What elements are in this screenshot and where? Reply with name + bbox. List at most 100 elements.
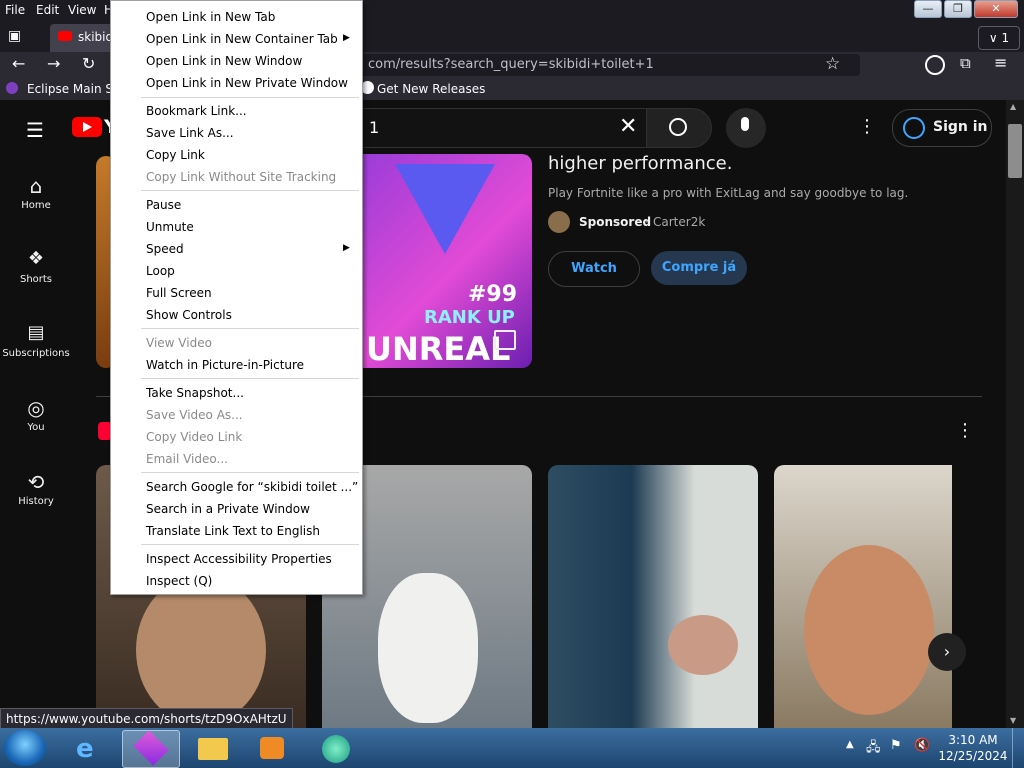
menu-item-copy-link-no-tracking: Copy Link Without Site Tracking — [146, 170, 337, 184]
advertiser-avatar — [548, 211, 570, 233]
watch-button[interactable]: Watch — [548, 251, 640, 287]
taskbar-firefox[interactable] — [122, 730, 180, 768]
sidebar-item-home[interactable]: ⌂ Home — [0, 174, 72, 211]
menu-item-open-container-tab[interactable]: Open Link in New Container Tab — [146, 29, 338, 49]
clear-search-icon[interactable]: ✕ — [619, 114, 637, 139]
action-center-flag-icon[interactable]: ⚑ — [890, 738, 902, 753]
shorts-more-options-icon[interactable]: ⋮ — [956, 420, 974, 441]
network-icon[interactable]: 🖧 — [866, 738, 881, 760]
menu-separator — [141, 544, 359, 545]
short-2-toilet — [378, 573, 478, 723]
short-thumbnail-4[interactable] — [774, 465, 952, 728]
menu-item-speed[interactable]: Speed — [146, 239, 184, 259]
menu-separator — [141, 190, 359, 191]
menu-separator — [141, 328, 359, 329]
back-arrow-icon[interactable]: ← — [12, 54, 25, 73]
firefox-view-icon[interactable]: ▣ — [8, 28, 32, 48]
shorts-next-button[interactable]: › — [928, 633, 966, 671]
folder-icon — [198, 738, 228, 760]
taskbar-media-player[interactable] — [244, 730, 300, 766]
menu-item-translate-link-text[interactable]: Translate Link Text to English — [146, 521, 320, 541]
taskbar-app[interactable] — [306, 730, 362, 766]
short-thumbnail-3[interactable] — [548, 465, 758, 728]
menu-item-unmute[interactable]: Unmute — [146, 217, 194, 237]
voice-search-button[interactable] — [726, 108, 766, 148]
menu-item-inspect[interactable]: Inspect (Q) — [146, 571, 212, 591]
internet-explorer-icon: e — [76, 734, 94, 764]
menu-item-inspect-accessibility[interactable]: Inspect Accessibility Properties — [146, 549, 332, 569]
hamburger-menu-icon[interactable]: ☰ — [26, 118, 44, 142]
page-scrollbar[interactable] — [1006, 100, 1024, 728]
search-button[interactable] — [646, 108, 712, 148]
external-link-icon[interactable] — [494, 330, 516, 350]
ad-thumb-line1: RANK UP — [424, 307, 515, 328]
menu-item-search-google[interactable]: Search Google for “skibidi toilet ...” — [146, 477, 358, 497]
scroll-down-arrow-icon[interactable]: ▼ — [1010, 716, 1016, 725]
short-3-face — [668, 615, 738, 675]
menu-item-search-private-window[interactable]: Search in a Private Window — [146, 499, 310, 519]
menu-item-copy-link[interactable]: Copy Link — [146, 145, 205, 165]
menu-edit[interactable]: Edit — [36, 3, 59, 17]
history-icon: ⟲ — [27, 470, 45, 494]
ad-thumbnail[interactable]: #99 RANK UP UNREAL — [360, 154, 532, 368]
bookmark-star-icon[interactable]: ☆ — [825, 54, 840, 74]
bookmark-eclipse[interactable]: Eclipse Main Sit — [27, 82, 121, 96]
sidebar-item-shorts[interactable]: ❖ Shorts — [0, 248, 72, 285]
menu-item-open-private-window[interactable]: Open Link in New Private Window — [146, 73, 348, 93]
microphone-icon — [741, 117, 749, 131]
extensions-icon[interactable]: ⧉ — [960, 54, 971, 72]
menu-item-open-new-tab[interactable]: Open Link in New Tab — [146, 7, 275, 27]
ad-thumb-line2: UNREAL — [366, 330, 511, 368]
reload-icon[interactable]: ↻ — [82, 54, 95, 73]
start-button[interactable] — [4, 730, 46, 766]
menu-item-view-video: View Video — [146, 336, 212, 350]
youtube-favicon-icon — [58, 31, 72, 41]
youtube-logo-icon[interactable] — [72, 117, 102, 137]
sidebar-item-you[interactable]: ◎ You — [0, 396, 72, 433]
bookmark-get-new-releases[interactable]: Get New Releases — [377, 82, 485, 96]
menu-item-show-controls[interactable]: Show Controls — [146, 305, 232, 325]
app-menu-icon[interactable]: ≡ — [994, 53, 1007, 72]
taskbar-internet-explorer[interactable]: e — [62, 730, 118, 766]
short-4-face — [804, 545, 934, 715]
sidebar-item-label: Shorts — [19, 274, 53, 285]
ad-description: Play Fortnite like a pro with ExitLag an… — [548, 186, 909, 200]
system-clock[interactable]: 3:10 AM 12/25/2024 — [936, 732, 1010, 764]
sidebar-item-subscriptions[interactable]: ▤ Subscriptions — [0, 322, 72, 359]
advertiser-name: Carter2k — [653, 215, 706, 229]
volume-muted-icon[interactable]: 🔇 — [914, 738, 930, 753]
account-icon[interactable] — [925, 55, 945, 75]
list-all-tabs-button[interactable]: ∨ 1 — [978, 26, 1020, 50]
sidebar-item-history[interactable]: ⟲ History — [0, 470, 72, 507]
minimize-button[interactable]: — — [914, 0, 942, 18]
url-bar[interactable]: com/results?search_query=skibidi+toilet+… — [360, 54, 860, 76]
search-icon — [669, 118, 687, 136]
close-button[interactable]: ✕ — [974, 0, 1018, 18]
menu-item-loop[interactable]: Loop — [146, 261, 175, 281]
scroll-up-arrow-icon[interactable]: ▲ — [1010, 102, 1016, 111]
menu-file[interactable]: File — [5, 3, 25, 17]
menu-item-save-link-as[interactable]: Save Link As... — [146, 123, 234, 143]
menu-item-full-screen[interactable]: Full Screen — [146, 283, 212, 303]
menu-item-pause[interactable]: Pause — [146, 195, 181, 215]
user-circle-icon — [903, 117, 925, 139]
menu-view[interactable]: View — [68, 3, 96, 17]
forward-arrow-icon[interactable]: → — [47, 54, 60, 73]
menu-item-open-new-window[interactable]: Open Link in New Window — [146, 51, 302, 71]
more-options-icon[interactable]: ⋮ — [858, 116, 876, 137]
clock-time: 3:10 AM — [948, 733, 998, 747]
menu-item-picture-in-picture[interactable]: Watch in Picture-in-Picture — [146, 355, 304, 375]
sign-in-button[interactable]: Sign in — [892, 109, 992, 147]
submenu-arrow-icon: ▶ — [343, 33, 350, 43]
ad-headline[interactable]: higher performance. — [548, 153, 732, 174]
menu-item-take-snapshot[interactable]: Take Snapshot... — [146, 383, 244, 403]
maximize-button[interactable]: ❐ — [944, 0, 972, 18]
menu-item-bookmark-link[interactable]: Bookmark Link... — [146, 101, 247, 121]
status-url: https://www.youtube.com/shorts/tzD9OxAHt… — [0, 708, 293, 730]
taskbar-explorer[interactable] — [184, 730, 240, 766]
show-hidden-icons-icon[interactable]: ▲ — [846, 739, 854, 750]
buy-button[interactable]: Compre já — [651, 251, 747, 285]
scrollbar-thumb[interactable] — [1008, 124, 1022, 178]
search-input[interactable]: 1 ✕ — [360, 108, 647, 148]
show-desktop-button[interactable] — [1012, 728, 1024, 768]
